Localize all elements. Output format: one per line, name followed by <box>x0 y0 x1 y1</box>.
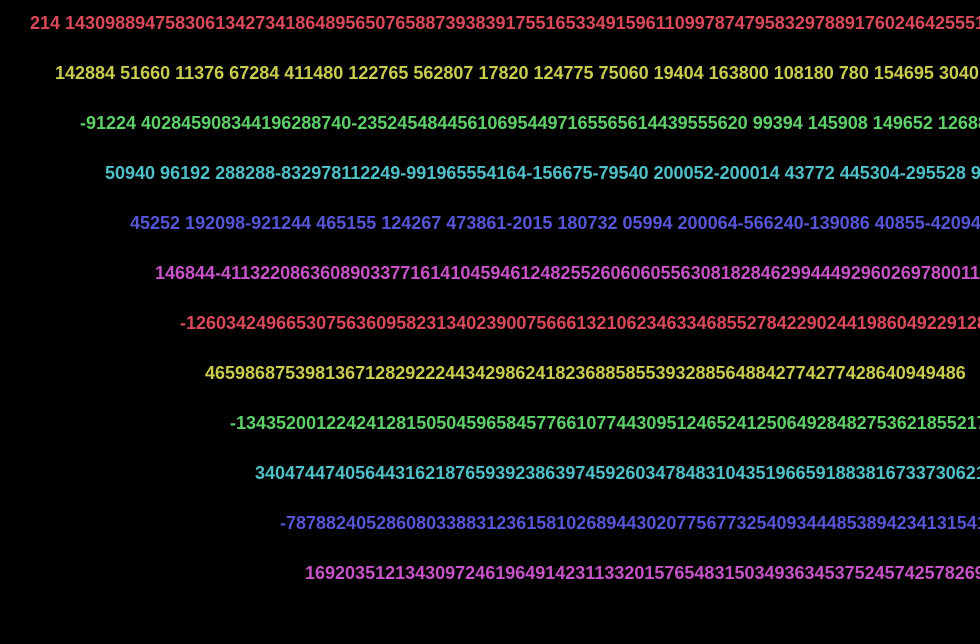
number-line-2: 142884 51660 11376 67284 411480 122765 5… <box>55 63 980 83</box>
number-line-11: -787882405286080338831236158102689443020… <box>280 513 980 533</box>
number-line-10: 3404744740564431621876593923863974592603… <box>255 463 980 483</box>
number-line-8: 4659868753981367128292224434298624182368… <box>205 363 966 383</box>
number-canvas: 214 143098894758306134273418648956507658… <box>0 0 980 644</box>
number-line-1: 214 143098894758306134273418648956507658… <box>30 13 980 33</box>
number-line-12: 1692035121343097246196491423113320157654… <box>305 563 980 583</box>
number-line-3: -91224 402845908344196288740-23524548445… <box>80 113 980 133</box>
number-line-5: 45252 192098-921244 465155 124267 473861… <box>130 213 980 233</box>
number-line-9: -134352001224241281505045965845776610774… <box>230 413 980 433</box>
number-line-6: 146844-411322086360890337716141045946124… <box>155 263 980 283</box>
number-line-7: -126034249665307563609582313402390075666… <box>180 313 980 333</box>
number-line-4: 50940 96192 288288-832978112249-99196555… <box>105 163 980 183</box>
